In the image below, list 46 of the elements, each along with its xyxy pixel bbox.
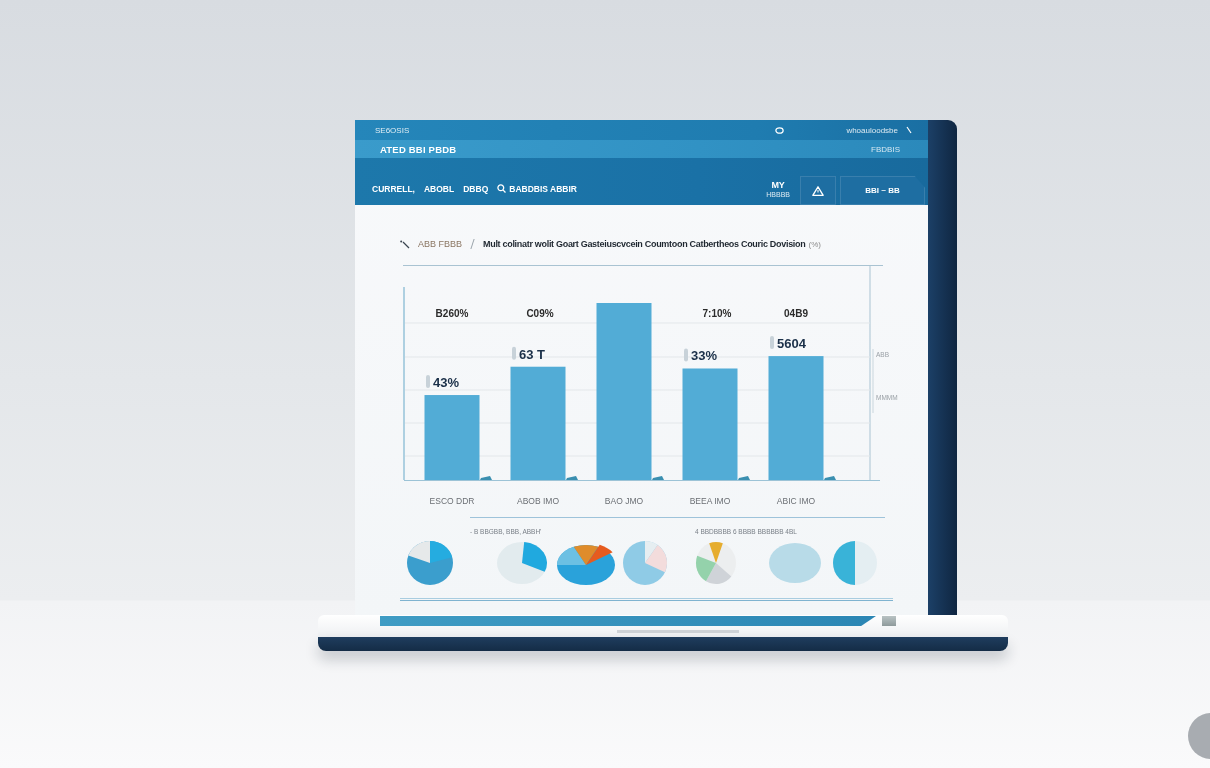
bar-value-label: 43% [433,375,460,391]
pill-icon [684,348,688,362]
bar-value-label: 63 T [519,346,545,362]
pie-chart [496,540,548,586]
bar-shadow [566,476,578,480]
bar-shadow [738,476,750,480]
page-title: ATED BBI PBDB [380,143,457,155]
bar-shadow [652,476,664,480]
menu-button[interactable]: BBI ~ BB [840,176,925,205]
bar-value-label: 5604 [777,336,806,352]
search-icon [497,184,507,193]
account-label: whoauloodsbe [846,125,898,135]
x-axis-label: ABOB IMO [517,496,559,506]
pie-chart [832,540,878,586]
caret-icon [906,126,912,134]
chart-note: 7:10% [702,308,732,319]
bar-shadow [824,476,836,480]
warning-icon [812,185,824,196]
nav-link[interactable]: CURRELL, [372,176,415,205]
x-axis-label: BEEA IMO [689,496,731,506]
ring-icon [775,126,785,134]
pie-chart [622,540,668,586]
bar-value-label: 33% [691,348,718,364]
x-axis-label: BAO JMO [604,496,644,506]
pill-icon [426,375,430,389]
x-axis-label: ESCO DDR [429,496,475,506]
nav-link[interactable]: ABOBL [424,176,455,205]
chart-note: C09% [526,308,554,319]
unit-label: (%) [808,239,821,249]
chart-note: 04B9 [784,308,808,319]
breadcrumb: ABB FBBB [418,239,462,249]
pie-chart [768,540,822,586]
search-button[interactable]: BABDBIS ABBIR [497,176,577,205]
trend-icon [400,239,411,249]
page-meta: FBDBIS [871,144,900,154]
alert-button[interactable] [800,176,836,205]
legend-tick [872,348,874,414]
app-name: SE6OSIS [375,125,410,135]
chart-title: Mult colinatr wolit Goart Gasteiuscvcein Coumtoon Catbertheos Couric Dovision [483,239,806,249]
nav-link[interactable]: DBBQ [463,176,489,205]
chart-note: B260% [435,308,469,319]
pie-chart [406,540,454,586]
pill-icon [770,336,774,350]
x-axis-label: ABIC IMO [776,496,816,506]
pill-icon [512,346,516,360]
bar-shadow [480,476,492,480]
